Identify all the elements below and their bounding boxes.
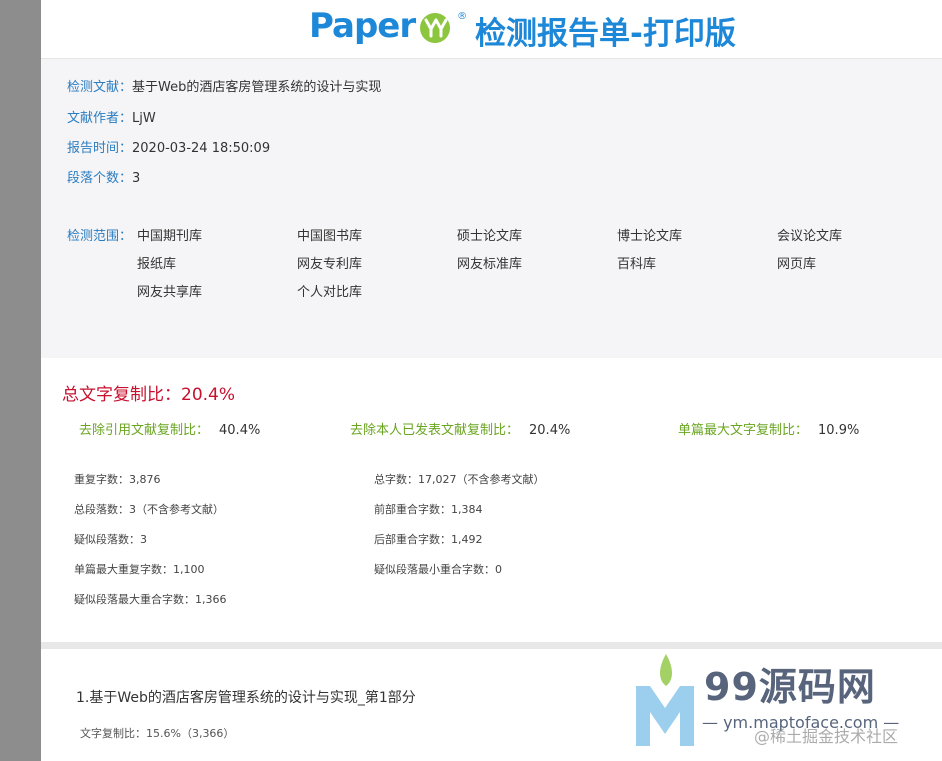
stat-right: 疑似段落最小重合字数：0 — [374, 563, 502, 576]
stat-left: 疑似段落数：3 — [74, 533, 147, 546]
ratio-label: 去除本人已发表文献复制比： — [350, 423, 520, 438]
watermark-site-name: 99源码网 — [704, 665, 876, 709]
scope-item: 网友标准库 — [457, 257, 523, 272]
paragraphs-value: 3 — [132, 171, 141, 186]
author-row: 文献作者：LjW — [67, 107, 156, 126]
summary-section: 总文字复制比：20.4% 去除引用文献复制比： 40.4% 去除本人已发表文献复制… — [41, 358, 942, 642]
stat-right: 总字数：17,027（不含参考文献） — [374, 473, 545, 486]
registered-mark: ® — [457, 11, 468, 22]
page-title: 检测报告单-打印版 — [475, 16, 736, 52]
watermark-logo-icon — [636, 654, 694, 746]
ratio-value: 20.4% — [529, 423, 571, 438]
scope-item: 中国图书库 — [297, 229, 363, 244]
stat-left: 总段落数：3（不含参考文献） — [74, 503, 224, 516]
scope-item: 会议论文库 — [777, 229, 843, 244]
paperyy-logo: Paper ® — [309, 4, 467, 48]
scope-item: 博士论文库 — [617, 229, 683, 244]
info-panel: 检测文献：基于Web的酒店客房管理系统的设计与实现 文献作者：LjW 报告时间：… — [41, 58, 942, 358]
stat-right: 前部重合字数：1,384 — [374, 503, 483, 516]
report-page: Paper ® 检测报告单-打印版 检测文献：基于Web的酒店客房管理系统的设计… — [41, 0, 942, 761]
ratio-single-max: 单篇最大文字复制比： 10.9% — [678, 419, 859, 438]
ratio-label: 单篇最大文字复制比： — [678, 423, 809, 438]
left-gutter — [0, 0, 41, 761]
stat-left: 疑似段落最大重合字数：1,366 — [74, 593, 227, 606]
section-title: 1.基于Web的酒店客房管理系统的设计与实现_第1部分 — [76, 690, 416, 706]
scope-item: 个人对比库 — [297, 285, 363, 300]
doc-value: 基于Web的酒店客房管理系统的设计与实现 — [132, 80, 382, 95]
scope-item: 网页库 — [777, 257, 817, 272]
scope-item: 网友共享库 — [137, 285, 203, 300]
scope-label: 检测范围： — [67, 229, 133, 244]
ratio-label: 去除引用文献复制比： — [79, 423, 210, 438]
scope-item: 中国期刊库 — [137, 229, 203, 244]
section-divider — [41, 642, 942, 649]
report-header: Paper ® 检测报告单-打印版 — [41, 0, 942, 58]
ratio-excluding-own: 去除本人已发表文献复制比： 20.4% — [350, 419, 570, 438]
author-label: 文献作者： — [67, 111, 133, 126]
section-copy-ratio: 文字复制比：15.6%（3,366） — [80, 727, 235, 740]
ratio-value: 40.4% — [219, 423, 261, 438]
time-value: 2020-03-24 18:50:09 — [132, 141, 271, 156]
author-value: LjW — [132, 111, 156, 126]
scope-item: 报纸库 — [137, 257, 177, 272]
doc-label: 检测文献： — [67, 80, 133, 95]
watermark-community: @稀土掘金技术社区 — [754, 727, 899, 746]
scope-item: 网友专利库 — [297, 257, 363, 272]
total-copy-ratio: 总文字复制比：20.4% — [62, 385, 236, 405]
logo-yy-icon: ® — [417, 9, 467, 43]
ratio-excluding-citations: 去除引用文献复制比： 40.4% — [79, 419, 260, 438]
logo-text: Paper — [309, 6, 416, 46]
scope-item: 硕士论文库 — [457, 229, 523, 244]
doc-row: 检测文献：基于Web的酒店客房管理系统的设计与实现 — [67, 76, 381, 95]
scope-item: 百科库 — [617, 257, 657, 272]
time-label: 报告时间： — [67, 141, 133, 156]
stat-left: 重复字数：3,876 — [74, 473, 161, 486]
paragraphs-row: 段落个数：3 — [67, 167, 140, 186]
stat-right: 后部重合字数：1,492 — [374, 533, 483, 546]
stat-left: 单篇最大重复字数：1,100 — [74, 563, 205, 576]
watermark: 99源码网 — ym.maptoface.com — @稀土掘金技术社区 — [632, 650, 942, 761]
time-row: 报告时间：2020-03-24 18:50:09 — [67, 137, 270, 156]
paragraphs-label: 段落个数： — [67, 171, 133, 186]
ratio-value: 10.9% — [818, 423, 860, 438]
